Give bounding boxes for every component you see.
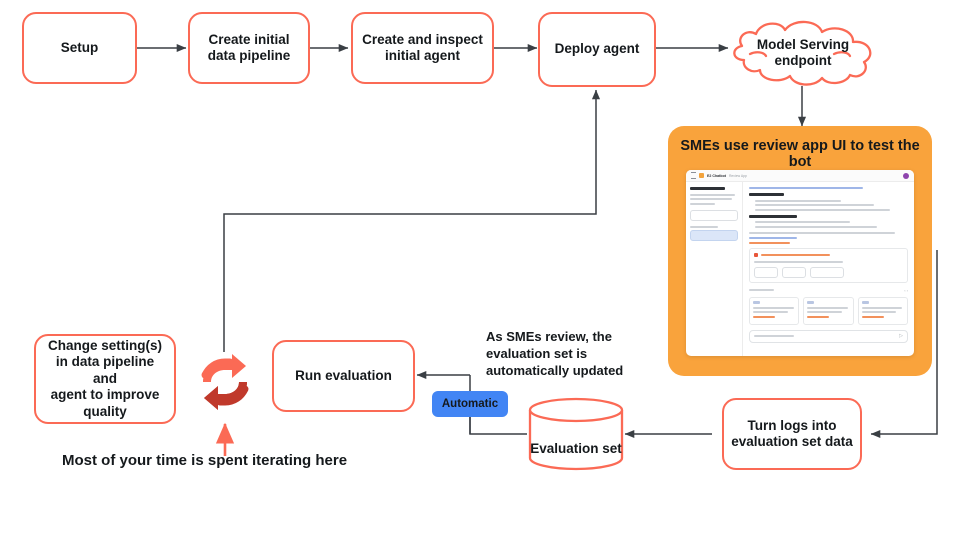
screenshot-sidebar [686, 182, 743, 356]
screenshot-main: ‹ › ▷ [743, 182, 914, 356]
feedback-title-line [761, 253, 830, 256]
app-logo-icon [699, 173, 704, 178]
sources-row [749, 296, 908, 325]
node-deploy-agent-label: Deploy agent [554, 41, 640, 57]
screenshot-titlebar: E2 Chatbot Review App [686, 170, 914, 182]
sources-prev-icon[interactable]: ‹ › [904, 288, 908, 293]
bullet-line [755, 204, 875, 206]
feedback-card [749, 247, 908, 283]
send-icon[interactable]: ▷ [899, 333, 903, 339]
node-run-evaluation[interactable]: Run evaluation [272, 340, 415, 412]
benefits-bullets [749, 199, 908, 211]
node-change-settings[interactable]: Change setting(s) in data pipeline and a… [34, 334, 176, 424]
sidebar-desc-line [690, 198, 733, 200]
sources-label-line [749, 289, 775, 291]
automatic-badge: Automatic [432, 391, 508, 417]
user-avatar[interactable] [903, 172, 909, 179]
ask-question-input[interactable]: ▷ [749, 329, 908, 343]
hamburger-icon [691, 172, 696, 179]
bullet-line [755, 221, 850, 223]
node-setup[interactable]: Setup [22, 12, 137, 84]
node-turn-logs-label: Turn logs into evaluation set data [731, 417, 853, 449]
source-card[interactable] [803, 296, 854, 325]
sidebar-title-line [690, 187, 725, 190]
conversation-id-line [749, 187, 864, 189]
sidebar-desc-line [690, 202, 715, 205]
node-create-inspect-agent-label: Create and inspect initial agent [362, 31, 483, 63]
new-chat-button[interactable] [690, 209, 738, 221]
feedback-yes-button[interactable] [754, 266, 778, 278]
benefits-heading-line [749, 193, 784, 196]
node-change-settings-label: Change setting(s) in data pipeline and a… [47, 337, 162, 419]
requirements-bullets [749, 221, 908, 228]
regenerate-link[interactable] [749, 236, 797, 239]
source-card[interactable] [749, 296, 800, 325]
node-setup-label: Setup [60, 39, 99, 55]
screenshot-app-name: E2 Chatbot [707, 173, 726, 178]
feedback-no-button[interactable] [782, 266, 806, 278]
node-deploy-agent[interactable]: Deploy agent [538, 12, 656, 87]
review-app-screenshot[interactable]: E2 Chatbot Review App ‹ › ▷ [686, 170, 914, 356]
smes-review-note: As SMEs review, the evaluation set is au… [486, 329, 624, 378]
session-item[interactable] [690, 230, 738, 241]
node-turn-logs[interactable]: Turn logs into evaluation set data [722, 398, 862, 470]
node-model-serving-endpoint[interactable]: Model Serving endpoint [722, 18, 884, 88]
bullet-line [755, 225, 878, 228]
bullet-line [755, 199, 841, 202]
diagram-canvas: Setup Create initial data pipeline Creat… [0, 0, 960, 540]
feedback-unknown-button[interactable] [810, 266, 844, 278]
footer-note-line [749, 231, 896, 234]
node-evaluation-set-label: Evaluation set [530, 440, 622, 456]
node-model-serving-endpoint-label: Model Serving endpoint [756, 36, 850, 68]
node-run-evaluation-label: Run evaluation [295, 367, 392, 383]
review-app-panel: SMEs use review app UI to test the bot E… [668, 126, 932, 376]
iteration-caption: Most of your time is spent iterating her… [62, 452, 348, 469]
requirements-heading-line [749, 214, 797, 218]
edit-response-link[interactable] [749, 241, 791, 244]
screenshot-app-suffix: Review App [728, 173, 747, 178]
review-app-panel-title: SMEs use review app UI to test the bot [680, 138, 920, 170]
node-create-data-pipeline-label: Create initial data pipeline [207, 31, 291, 63]
node-create-data-pipeline[interactable]: Create initial data pipeline [188, 12, 310, 84]
bullet-line [755, 208, 890, 211]
session-label-line [690, 225, 718, 228]
refresh-loop-icon [196, 345, 254, 419]
screenshot-body: ‹ › ▷ [686, 182, 914, 356]
feedback-question-line [754, 260, 844, 263]
feedback-dot-icon [754, 252, 758, 257]
node-evaluation-set[interactable]: Evaluation set [526, 396, 626, 472]
sidebar-desc-line [690, 193, 736, 196]
source-card[interactable] [857, 296, 908, 325]
node-create-inspect-agent[interactable]: Create and inspect initial agent [351, 12, 494, 84]
automatic-badge-label: Automatic [441, 398, 499, 410]
